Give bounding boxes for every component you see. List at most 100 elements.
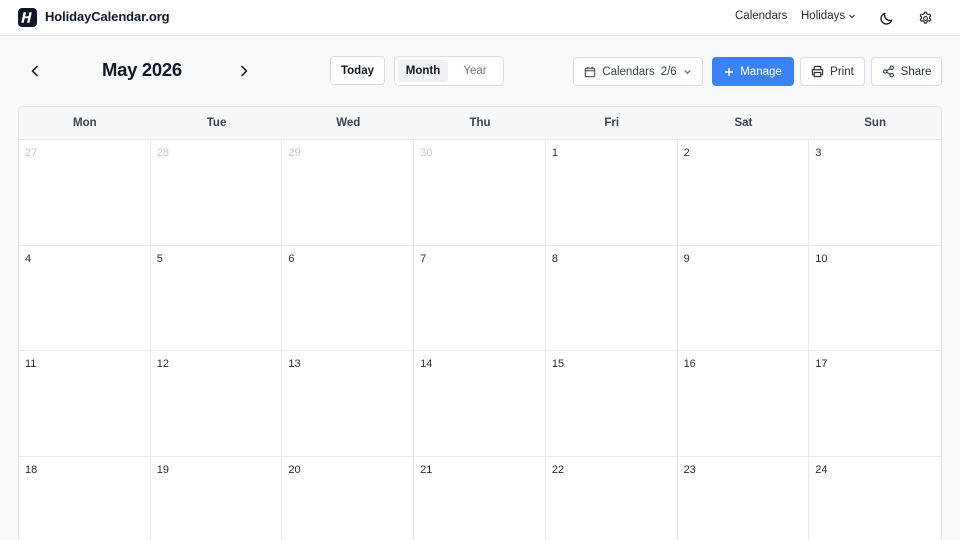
manage-button[interactable]: Manage	[712, 57, 794, 86]
day-number: 3	[815, 147, 822, 159]
day-number: 1	[551, 147, 558, 159]
day-number: 2	[683, 147, 690, 159]
print-button[interactable]: Print	[800, 57, 865, 86]
day-number: 27	[25, 147, 38, 159]
day-number: 12	[156, 358, 169, 371]
share-icon	[882, 65, 894, 78]
day-cell[interactable]: 14	[414, 351, 546, 458]
day-cell[interactable]: 21	[414, 457, 546, 540]
share-label: Share	[900, 65, 932, 78]
day-cell[interactable]: 9	[677, 245, 810, 352]
day-cell[interactable]: 6	[282, 245, 415, 352]
weekday-thu: Thu	[469, 117, 491, 129]
day-number: 18	[25, 464, 38, 477]
brand-name[interactable]: HolidayCalendar.org	[45, 9, 170, 24]
day-cell[interactable]: 24	[809, 457, 941, 540]
calendars-dropdown[interactable]: Calendars 2/6	[573, 57, 703, 86]
calendars-label: Calendars	[602, 65, 655, 78]
day-cell[interactable]: 13	[282, 351, 415, 458]
day-cell[interactable]: 17	[809, 351, 941, 458]
day-number: 24	[815, 464, 828, 477]
day-cell[interactable]: 7	[414, 245, 546, 352]
month-title: May 2026	[102, 59, 182, 80]
weekday-header: Mon Tue Wed Thu Fri Sat Sun	[19, 107, 941, 140]
day-number: 14	[420, 358, 433, 371]
weekday-tue: Tue	[206, 117, 227, 129]
day-cell[interactable]: 2	[677, 140, 810, 246]
weekday-mon: Mon	[73, 117, 97, 129]
day-number: 5	[156, 252, 163, 265]
nav-holidays[interactable]: Holidays	[801, 10, 856, 22]
printer-icon	[812, 65, 824, 78]
view-year-tab[interactable]: Year	[450, 60, 500, 82]
day-number: 10	[815, 252, 828, 265]
day-cell[interactable]: 4	[19, 245, 151, 352]
next-month-button[interactable]	[233, 60, 255, 82]
weekday-fri: Fri	[604, 117, 620, 129]
day-number: 23	[683, 464, 696, 477]
day-grid: 27 28 29 30 1 2 3 4 5 6 7 8 9 10 11 12 13 14 15 16 17 18 19 20 2…	[19, 140, 941, 540]
day-number: 22	[551, 464, 565, 477]
logo[interactable]	[18, 8, 37, 27]
day-number: 21	[420, 464, 433, 477]
view-month-tab[interactable]: Month	[398, 60, 448, 82]
chevron-right-icon	[241, 65, 248, 77]
day-number: 19	[156, 464, 169, 477]
day-number: 29	[288, 147, 301, 159]
day-cell[interactable]: 10	[809, 246, 941, 352]
day-cell[interactable]: 27	[19, 140, 151, 246]
day-number: 6	[288, 252, 295, 265]
today-button[interactable]: Today	[330, 56, 385, 85]
day-cell[interactable]: 20	[282, 457, 415, 540]
day-number: 17	[815, 358, 828, 371]
day-cell[interactable]: 1	[545, 140, 678, 246]
settings-button[interactable]	[915, 8, 935, 28]
day-cell[interactable]: 28	[150, 140, 283, 246]
day-cell[interactable]: 11	[19, 351, 151, 458]
gear-icon	[919, 11, 931, 24]
day-number: 9	[683, 252, 690, 265]
day-cell[interactable]: 12	[150, 351, 283, 458]
day-cell[interactable]: 5	[150, 245, 283, 352]
day-number: 13	[288, 358, 301, 371]
day-cell[interactable]: 19	[151, 457, 283, 540]
chevron-down-icon	[849, 14, 855, 19]
month-calendar: Mon Tue Wed Thu Fri Sat Sun 27 28 29 30 1 2 3 4…	[18, 106, 942, 540]
prev-month-button[interactable]	[24, 60, 46, 82]
moon-icon	[879, 12, 892, 25]
chevron-left-icon	[31, 65, 38, 77]
day-number: 30	[420, 147, 433, 159]
weekday-sat: Sat	[734, 117, 753, 129]
day-cell[interactable]: 15	[545, 351, 678, 458]
top-bar: HolidayCalendar.org Calendars Holidays	[0, 0, 960, 36]
day-number: 11	[25, 358, 37, 371]
day-cell[interactable]: 23	[678, 457, 810, 540]
share-button[interactable]: Share	[871, 57, 942, 86]
day-cell[interactable]: 3	[809, 140, 941, 246]
weekday-sun: Sun	[864, 117, 886, 129]
day-cell[interactable]: 29	[282, 140, 415, 246]
calendar-icon	[585, 66, 596, 77]
day-cell[interactable]: 16	[677, 351, 810, 458]
view-switcher: Month Year	[394, 56, 504, 86]
nav-holidays-label: Holidays	[801, 10, 846, 22]
nav-calendars[interactable]: Calendars	[735, 10, 787, 22]
print-label: Print	[830, 65, 854, 78]
day-number: 7	[420, 252, 427, 265]
day-cell[interactable]: 18	[19, 457, 151, 540]
day-number: 28	[156, 147, 169, 159]
day-number: 4	[25, 252, 32, 265]
calendars-count: 2/6	[660, 65, 677, 78]
day-number: 20	[288, 464, 301, 477]
day-number: 8	[551, 252, 558, 265]
chevron-down-icon	[683, 69, 691, 75]
logo-h-icon	[21, 12, 32, 23]
day-number: 16	[683, 358, 696, 371]
dark-mode-toggle[interactable]	[876, 8, 896, 28]
day-cell[interactable]: 30	[414, 140, 546, 246]
manage-label: Manage	[740, 65, 782, 78]
day-cell[interactable]: 22	[546, 457, 678, 540]
day-number: 15	[551, 358, 565, 371]
plus-icon	[725, 67, 734, 76]
day-cell[interactable]: 8	[545, 245, 678, 352]
